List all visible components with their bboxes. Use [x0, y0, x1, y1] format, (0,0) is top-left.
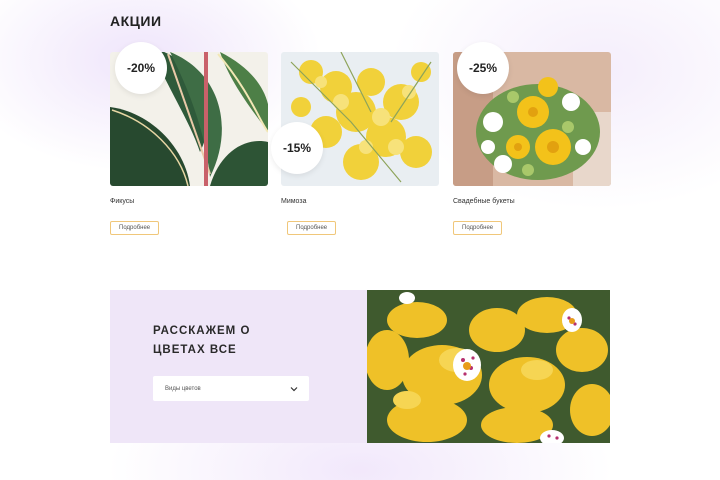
orchid-photo — [367, 290, 610, 443]
more-button[interactable]: Подробнее — [110, 221, 160, 235]
promo-card-name: Мимоза — [281, 198, 307, 205]
discount-badge: -25% — [457, 42, 509, 94]
about-flowers-banner: РАССКАЖЕМ О ЦВЕТАХ ВСЕ Виды цветов — [110, 290, 610, 443]
flower-types-select[interactable]: Виды цветов — [153, 376, 309, 401]
about-title-line-1: РАССКАЖЕМ О — [153, 325, 251, 337]
select-value: Виды цветов — [165, 385, 201, 392]
promotions-title: АКЦИИ — [110, 13, 162, 29]
more-button[interactable]: Подробнее — [287, 221, 337, 235]
orchid-icon — [367, 290, 610, 443]
promo-card-name: Свадебные букеты — [453, 198, 515, 205]
promo-card-ficus[interactable]: -20% Фикусы Подробнее — [110, 42, 268, 235]
discount-badge: -15% — [271, 122, 323, 174]
more-button[interactable]: Подробнее — [453, 221, 503, 235]
chevron-down-icon — [290, 386, 298, 391]
promo-card-mimosa[interactable]: -15% Мимоза Подробнее — [271, 52, 439, 235]
about-title-line-2: ЦВЕТАХ ВСЕ — [153, 344, 237, 356]
discount-badge: -20% — [115, 42, 167, 94]
promo-card-wedding-bouquets[interactable]: -25% Свадебные букеты Подробнее — [453, 42, 611, 235]
about-title: РАССКАЖЕМ О ЦВЕТАХ ВСЕ — [153, 322, 293, 360]
promo-card-name: Фикусы — [110, 198, 135, 205]
